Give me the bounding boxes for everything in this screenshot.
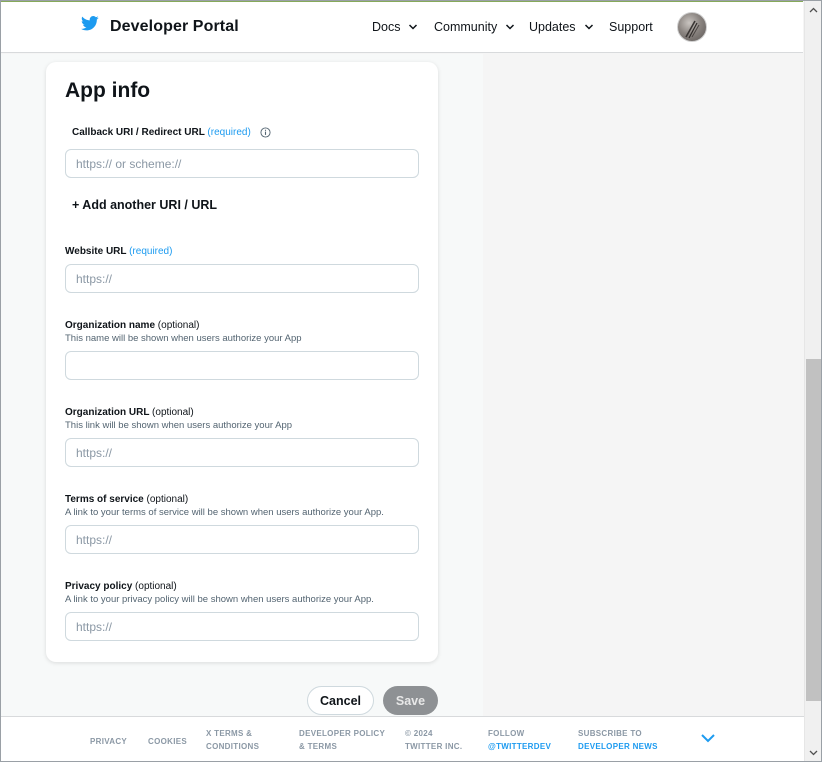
tos-label: Terms of service (optional)	[65, 494, 188, 505]
privacy-policy-label: Privacy policy (optional)	[65, 581, 177, 592]
required-tag: (required)	[207, 127, 251, 139]
info-icon[interactable]	[260, 127, 271, 138]
footer-subscribe-line1: SUBSCRIBE TO	[578, 729, 642, 738]
footer-follow-handle: @TWITTERDEV	[488, 742, 552, 751]
chevron-down-icon	[506, 24, 515, 30]
nav-updates-label: Updates	[529, 20, 576, 34]
callback-uri-label: Callback URI / Redirect URL (required)	[72, 127, 271, 138]
footer-x-terms-line1: X TERMS &	[206, 729, 253, 738]
nav-docs-label: Docs	[372, 20, 401, 34]
chevron-up-icon	[809, 7, 818, 12]
chevron-down-icon[interactable]	[700, 732, 716, 744]
scroll-down-button[interactable]	[805, 744, 822, 761]
page-title: App info	[65, 79, 151, 102]
chevron-down-icon	[809, 750, 818, 755]
website-url-label-text: Website URL	[65, 246, 127, 257]
twitter-bird-icon[interactable]	[81, 16, 99, 31]
footer-developer-policy-link[interactable]: DEVELOPER POLICY & TERMS	[299, 727, 385, 753]
privacy-policy-label-text: Privacy policy	[65, 581, 133, 592]
callback-uri-label-text: Callback URI / Redirect URL	[72, 127, 205, 139]
nav-support[interactable]: Support	[609, 20, 653, 34]
nav-community-label: Community	[434, 20, 498, 34]
tos-help: A link to your terms of service will be …	[65, 507, 384, 518]
org-url-label: Organization URL (optional)	[65, 407, 194, 418]
avatar-image	[685, 20, 700, 39]
footer-copyright: © 2024 TWITTER INC.	[405, 727, 462, 753]
footer-dev-policy-line2: & TERMS	[299, 742, 338, 751]
add-another-uri-button[interactable]: + Add another URI / URL	[72, 198, 217, 212]
website-url-input[interactable]	[65, 264, 419, 293]
header-accent-line	[1, 1, 803, 2]
optional-tag: (optional)	[135, 581, 177, 592]
org-name-input[interactable]	[65, 351, 419, 380]
optional-tag: (optional)	[146, 494, 189, 505]
right-pane	[483, 54, 804, 716]
user-avatar[interactable]	[677, 12, 707, 42]
footer-subscribe-link[interactable]: SUBSCRIBE TO DEVELOPER NEWS	[578, 727, 658, 753]
org-url-input[interactable]	[65, 438, 419, 467]
privacy-policy-help: A link to your privacy policy will be sh…	[65, 594, 374, 605]
chevron-down-icon	[409, 24, 418, 30]
site-header: Developer Portal Docs Community Updates …	[1, 1, 803, 53]
nav-support-label: Support	[609, 20, 653, 34]
footer-privacy-link[interactable]: PRIVACY	[90, 735, 127, 748]
footer-dev-policy-line1: DEVELOPER POLICY	[299, 729, 386, 738]
org-url-help: This link will be shown when users autho…	[65, 420, 293, 431]
app-info-card: App info Callback URI / Redirect URL (re…	[46, 62, 438, 662]
footer-x-terms-line2: CONDITIONS	[206, 742, 260, 751]
footer-copyright-line1: © 2024	[405, 729, 433, 738]
footer-cookies-link[interactable]: COOKIES	[148, 735, 187, 748]
chevron-down-icon	[584, 24, 593, 30]
org-name-help: This name will be shown when users autho…	[65, 333, 302, 344]
footer-copyright-line2: TWITTER INC.	[405, 742, 463, 751]
cancel-button[interactable]: Cancel	[307, 686, 374, 715]
org-url-label-text: Organization URL	[65, 407, 150, 418]
callback-uri-input[interactable]	[65, 149, 419, 178]
privacy-policy-input[interactable]	[65, 612, 419, 641]
site-footer: PRIVACY COOKIES X TERMS & CONDITIONS DEV…	[1, 716, 804, 761]
brand-title[interactable]: Developer Portal	[110, 18, 239, 36]
optional-tag: (optional)	[152, 407, 194, 418]
footer-subscribe-line2: DEVELOPER NEWS	[578, 742, 658, 751]
tos-input[interactable]	[65, 525, 419, 554]
org-name-label: Organization name (optional)	[65, 320, 200, 331]
scroll-thumb[interactable]	[806, 359, 821, 701]
nav-updates[interactable]: Updates	[529, 20, 594, 34]
website-url-label: Website URL (required)	[65, 246, 172, 257]
required-tag: (required)	[129, 246, 173, 257]
footer-follow-link[interactable]: FOLLOW @TWITTERDEV	[488, 727, 551, 753]
footer-follow-line1: FOLLOW	[488, 729, 525, 738]
optional-tag: (optional)	[157, 320, 200, 331]
save-button[interactable]: Save	[383, 686, 438, 715]
nav-community[interactable]: Community	[434, 20, 515, 34]
page-scrollbar[interactable]	[804, 1, 821, 761]
org-name-label-text: Organization name	[65, 320, 156, 331]
footer-x-terms-link[interactable]: X TERMS & CONDITIONS	[206, 727, 259, 753]
tos-label-text: Terms of service	[65, 494, 144, 505]
nav-docs[interactable]: Docs	[372, 20, 418, 34]
scroll-up-button[interactable]	[805, 1, 822, 18]
